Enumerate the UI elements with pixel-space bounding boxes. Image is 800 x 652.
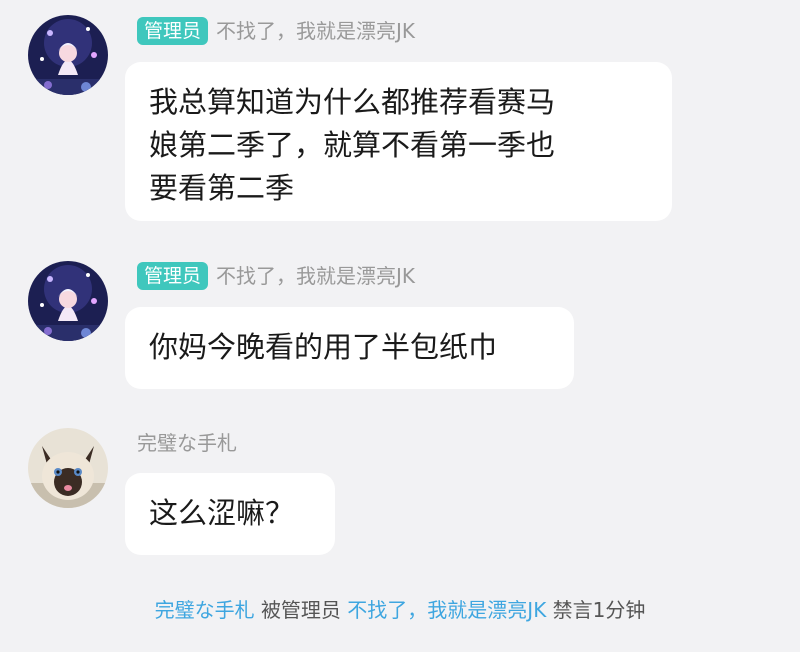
avatar[interactable] (28, 261, 108, 341)
notice-by-text: 被管理员 (260, 598, 341, 622)
sender-nickname[interactable]: 不找了，我就是漂亮JK (216, 17, 415, 45)
mute-notice: 完璧な手札 被管理员 不找了，我就是漂亮JK 禁言1分钟 (0, 595, 800, 625)
message-bubble[interactable]: 这么涩嘛？ (125, 473, 335, 555)
avatar[interactable] (28, 15, 108, 95)
sender-row: 管理员 不找了，我就是漂亮JK (137, 17, 415, 45)
message-line: 这么涩嘛？ (149, 496, 295, 530)
admin-user-link[interactable]: 不找了，我就是漂亮JK (347, 598, 546, 622)
message-bubble[interactable]: 你妈今晚看的用了半包纸巾 (125, 307, 574, 389)
muted-user-link[interactable]: 完璧な手札 (155, 598, 255, 622)
message-line: 娘第二季了，就算不看第一季也 (149, 128, 556, 162)
sender-nickname[interactable]: 不找了，我就是漂亮JK (216, 262, 415, 290)
anime-girl-avatar-image (28, 261, 108, 341)
admin-badge: 管理员 (137, 262, 209, 290)
sender-nickname[interactable]: 完璧な手札 (137, 429, 237, 457)
message-line: 你妈今晚看的用了半包纸巾 (149, 330, 498, 364)
sender-row: 管理员 不找了，我就是漂亮JK (137, 262, 415, 290)
avatar[interactable] (28, 428, 108, 508)
message-line: 要看第二季 (149, 171, 295, 205)
cat-avatar-image (28, 428, 108, 508)
admin-badge: 管理员 (137, 17, 209, 45)
message-line: 我总算知道为什么都推荐看赛马 (149, 85, 556, 119)
notice-action-text: 禁言1分钟 (552, 598, 646, 622)
anime-girl-avatar-image (28, 15, 108, 95)
message-bubble[interactable]: 我总算知道为什么都推荐看赛马 娘第二季了，就算不看第一季也 要看第二季 (125, 62, 672, 221)
sender-row: 完璧な手札 (137, 429, 237, 457)
